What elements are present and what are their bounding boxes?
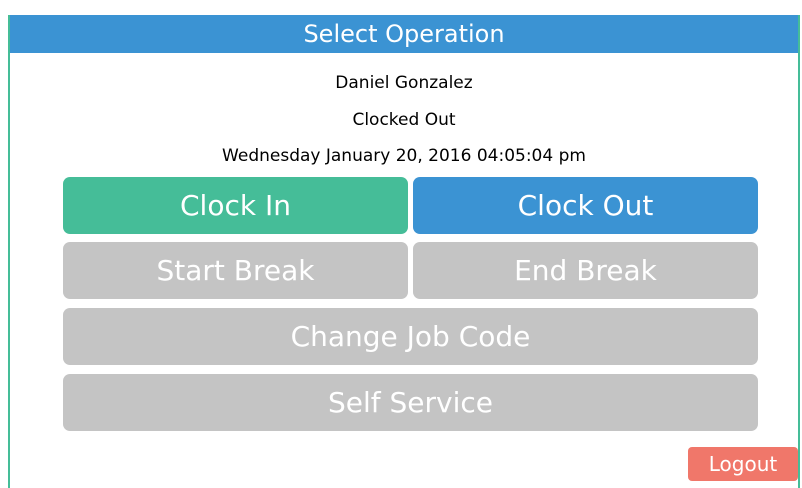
self-service-button[interactable]: Self Service bbox=[63, 374, 758, 431]
clock-out-button[interactable]: Clock Out bbox=[413, 177, 758, 234]
clock-in-button[interactable]: Clock In bbox=[63, 177, 408, 234]
clock-status: Clocked Out bbox=[352, 110, 456, 130]
panel-header: Select Operation bbox=[10, 15, 798, 53]
employee-name: Daniel Gonzalez bbox=[335, 73, 473, 93]
logout-button[interactable]: Logout bbox=[688, 447, 798, 481]
current-datetime: Wednesday January 20, 2016 04:05:04 pm bbox=[222, 146, 586, 166]
screen: Select Operation Daniel Gonzalez Clocked… bbox=[0, 0, 802, 488]
select-operation-panel: Select Operation Daniel Gonzalez Clocked… bbox=[8, 15, 800, 488]
change-job-code-button[interactable]: Change Job Code bbox=[63, 308, 758, 365]
start-break-button[interactable]: Start Break bbox=[63, 242, 408, 299]
end-break-button[interactable]: End Break bbox=[413, 242, 758, 299]
